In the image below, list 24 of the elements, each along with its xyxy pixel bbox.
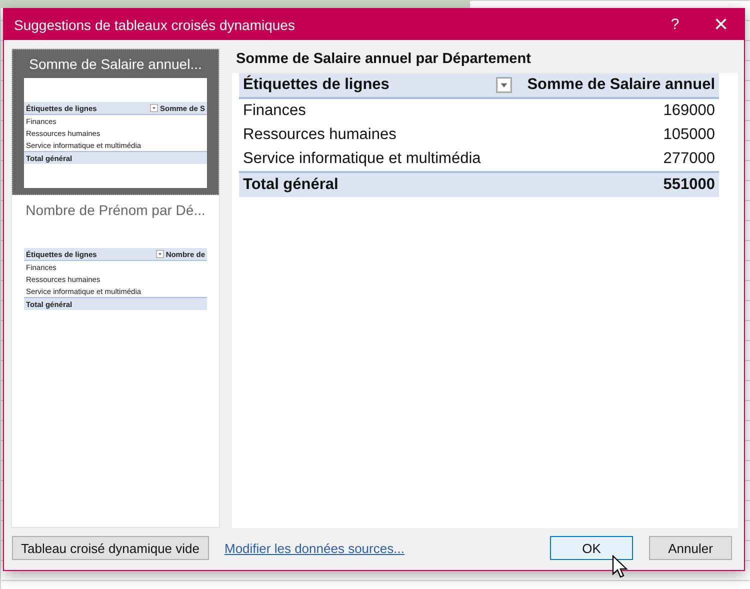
row-label: Ressources humaines	[242, 125, 398, 145]
column-header: Étiquettes de lignes	[239, 73, 492, 98]
value-cell: 169000	[518, 98, 719, 123]
row-label: Service informatique et multimédia	[239, 147, 492, 172]
suggestion-title: Nombre de Prénom par Dé...	[26, 201, 206, 220]
ok-button[interactable]: OK	[550, 536, 633, 560]
column-header: Somme de Salaire annuel	[518, 73, 719, 98]
mouse-cursor-icon	[612, 555, 628, 579]
dropdown-icon[interactable]	[156, 250, 164, 258]
help-button[interactable]: ?	[652, 9, 698, 40]
total-label: Total général	[239, 172, 492, 197]
total-value: 551000	[518, 172, 719, 197]
edit-source-link[interactable]: Modifier les données sources...	[224, 540, 534, 556]
window-title: Suggestions de tableaux croisés dynamiques	[14, 16, 296, 32]
dropdown-icon[interactable]	[150, 104, 158, 112]
value-cell: 277000	[518, 147, 719, 172]
suggestion-title: Somme de Salaire annuel...	[29, 55, 202, 74]
cancel-button[interactable]: Annuler	[649, 536, 732, 560]
close-button[interactable]: ×	[698, 9, 744, 40]
preview-title: Somme de Salaire annuel par Département	[235, 50, 532, 69]
row-label: Finances	[239, 98, 492, 123]
blank-pivot-button[interactable]: Tableau croisé dynamique vide	[12, 536, 208, 560]
dropdown-icon[interactable]	[496, 76, 512, 93]
value-cell-text: 105000	[662, 125, 716, 145]
